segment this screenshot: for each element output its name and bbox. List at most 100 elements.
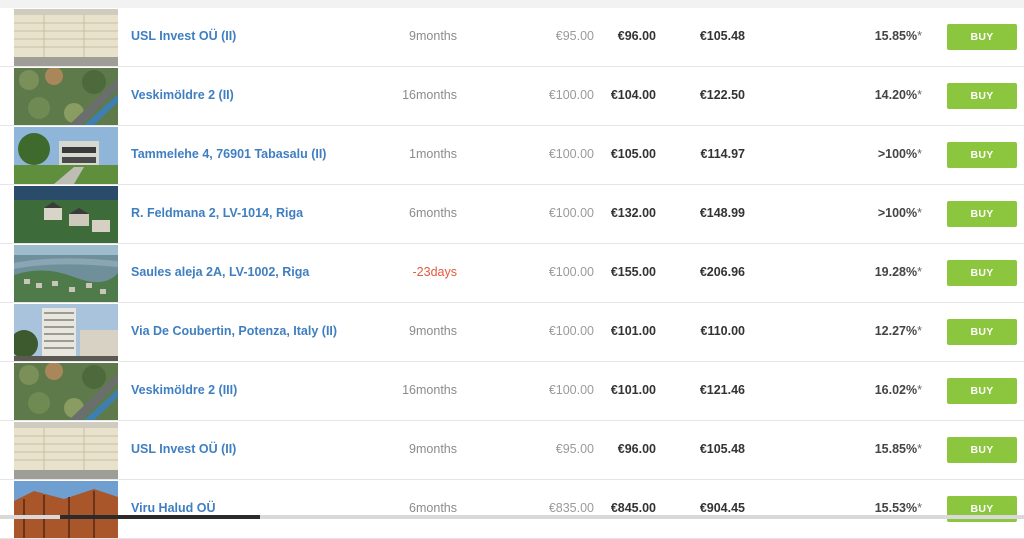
table-row: Via De Coubertin, Potenza, Italy (II) 9m…: [0, 303, 1024, 362]
xirr-note: *: [917, 383, 922, 397]
term-remaining: 9months: [409, 29, 457, 43]
table-row: USL Invest OÜ (II) 9months €95.00 €96.00…: [0, 8, 1024, 67]
expected-return: €904.45: [699, 501, 745, 515]
aerial-houses-image[interactable]: [14, 186, 118, 243]
aerial-forest-image[interactable]: [14, 363, 118, 420]
buy-button[interactable]: BUY: [947, 24, 1017, 50]
xirr-number: 19.28%: [874, 265, 918, 279]
xirr-value: >100%*: [830, 206, 922, 220]
term-remaining: 6months: [409, 501, 457, 515]
term-remaining: -23days: [412, 265, 457, 279]
asking-price: €132.00: [610, 206, 656, 220]
term-remaining: 9months: [409, 324, 457, 338]
asking-price: €104.00: [610, 88, 656, 102]
asking-price: €101.00: [610, 324, 656, 338]
expected-return: €110.00: [700, 324, 746, 338]
xirr-value: 19.28%*: [830, 265, 922, 279]
buy-button[interactable]: BUY: [947, 201, 1017, 227]
listing-name-link[interactable]: USL Invest OÜ (II): [131, 442, 236, 456]
expected-return: €105.48: [699, 29, 745, 43]
lumber-stack-image[interactable]: [14, 9, 118, 66]
term-remaining: 1months: [409, 147, 457, 161]
expected-return: €114.97: [700, 147, 746, 161]
xirr-note: *: [917, 29, 922, 43]
aerial-city-image[interactable]: [14, 245, 118, 302]
principal-price: €100.00: [548, 383, 594, 397]
listing-name-link[interactable]: Veskimöldre 2 (III): [131, 383, 237, 397]
horizontal-scrollbar[interactable]: [0, 515, 1024, 519]
xirr-note: *: [917, 442, 922, 456]
asking-price: €845.00: [610, 501, 656, 515]
expected-return: €206.96: [699, 265, 745, 279]
expected-return: €148.99: [699, 206, 745, 220]
xirr-value: 14.20%*: [830, 88, 922, 102]
asking-price: €96.00: [617, 29, 656, 43]
table-row: USL Invest OÜ (II) 9months €95.00 €96.00…: [0, 421, 1024, 480]
buy-button[interactable]: BUY: [947, 83, 1017, 109]
xirr-note: *: [917, 501, 922, 515]
listings-table: USL Invest OÜ (II) 9months €95.00 €96.00…: [0, 8, 1024, 539]
asking-price: €96.00: [617, 442, 656, 456]
xirr-number: >100%: [877, 147, 918, 161]
xirr-note: *: [917, 265, 922, 279]
xirr-value: 15.53%*: [830, 501, 922, 515]
xirr-note: *: [917, 147, 922, 161]
table-row: Viru Halud OÜ 6months €835.00 €845.00 €9…: [0, 480, 1024, 539]
principal-price: €835.00: [548, 501, 594, 515]
xirr-note: *: [917, 324, 922, 338]
table-row: Veskimöldre 2 (II) 16months €100.00 €104…: [0, 67, 1024, 126]
listing-name-link[interactable]: Viru Halud OÜ: [131, 501, 216, 515]
table-row: Tammelehe 4, 76901 Tabasalu (II) 1months…: [0, 126, 1024, 185]
xirr-note: *: [917, 88, 922, 102]
xirr-number: 12.27%: [874, 324, 918, 338]
xirr-note: *: [917, 206, 922, 220]
asking-price: €101.00: [610, 383, 656, 397]
xirr-number: 14.20%: [874, 88, 918, 102]
xirr-number: 15.53%: [874, 501, 918, 515]
xirr-value: 16.02%*: [830, 383, 922, 397]
xirr-number: 15.85%: [874, 29, 918, 43]
listing-name-link[interactable]: R. Feldmana 2, LV-1014, Riga: [131, 206, 303, 220]
xirr-value: 15.85%*: [830, 442, 922, 456]
xirr-value: >100%*: [830, 147, 922, 161]
buy-button[interactable]: BUY: [947, 260, 1017, 286]
xirr-number: 15.85%: [874, 442, 918, 456]
term-remaining: 16months: [402, 383, 457, 397]
buy-button[interactable]: BUY: [947, 319, 1017, 345]
apartment-tower-image[interactable]: [14, 304, 118, 361]
buy-button[interactable]: BUY: [947, 437, 1017, 463]
table-row: Veskimöldre 2 (III) 16months €100.00 €10…: [0, 362, 1024, 421]
asking-price: €105.00: [610, 147, 656, 161]
xirr-number: >100%: [877, 206, 918, 220]
lumber-stack-image[interactable]: [14, 422, 118, 479]
expected-return: €121.46: [699, 383, 745, 397]
timber-building-image[interactable]: [14, 481, 118, 538]
term-remaining: 9months: [409, 442, 457, 456]
table-row: R. Feldmana 2, LV-1014, Riga 6months €10…: [0, 185, 1024, 244]
principal-price: €100.00: [548, 265, 594, 279]
principal-price: €100.00: [548, 147, 594, 161]
term-remaining: 16months: [402, 88, 457, 102]
listing-name-link[interactable]: USL Invest OÜ (II): [131, 29, 236, 43]
buy-button[interactable]: BUY: [947, 142, 1017, 168]
principal-price: €100.00: [548, 324, 594, 338]
xirr-value: 12.27%*: [830, 324, 922, 338]
modern-house-image[interactable]: [14, 127, 118, 184]
listing-name-link[interactable]: Veskimöldre 2 (II): [131, 88, 234, 102]
xirr-number: 16.02%: [874, 383, 918, 397]
table-row: Saules aleja 2A, LV-1002, Riga -23days €…: [0, 244, 1024, 303]
listing-name-link[interactable]: Tammelehe 4, 76901 Tabasalu (II): [131, 147, 326, 161]
listing-name-link[interactable]: Via De Coubertin, Potenza, Italy (II): [131, 324, 337, 338]
scrollbar-thumb[interactable]: [60, 515, 260, 519]
listing-name-link[interactable]: Saules aleja 2A, LV-1002, Riga: [131, 265, 309, 279]
principal-price: €95.00: [555, 29, 594, 43]
expected-return: €122.50: [699, 88, 745, 102]
asking-price: €155.00: [610, 265, 656, 279]
aerial-forest-image[interactable]: [14, 68, 118, 125]
term-remaining: 6months: [409, 206, 457, 220]
buy-button[interactable]: BUY: [947, 378, 1017, 404]
principal-price: €95.00: [555, 442, 594, 456]
expected-return: €105.48: [699, 442, 745, 456]
principal-price: €100.00: [548, 88, 594, 102]
xirr-value: 15.85%*: [830, 29, 922, 43]
